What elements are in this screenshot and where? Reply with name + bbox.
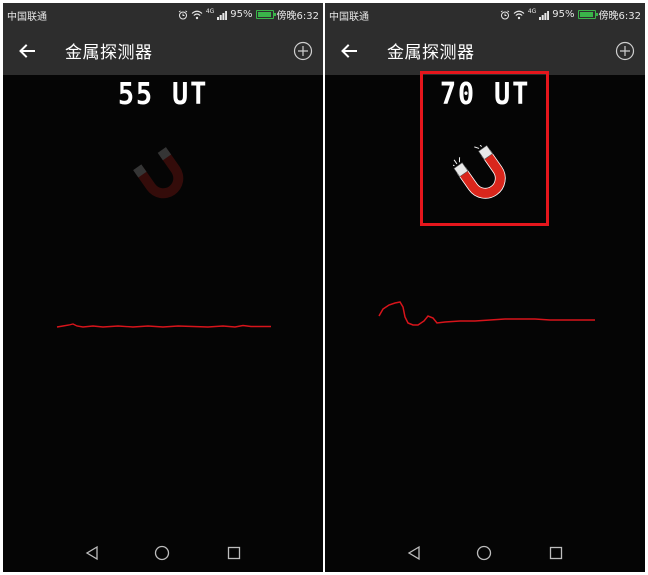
battery-percent: 95% bbox=[230, 9, 253, 20]
battery-icon bbox=[255, 10, 276, 19]
arrow-left-icon[interactable] bbox=[339, 41, 359, 61]
arrow-left-icon[interactable] bbox=[17, 41, 37, 61]
add-circle-icon[interactable] bbox=[615, 41, 635, 61]
graph-line bbox=[378, 301, 595, 326]
clock: 傍晚6:32 bbox=[598, 11, 641, 22]
carrier-label: 中国联通 bbox=[329, 12, 369, 23]
battery-percent: 95% bbox=[552, 9, 575, 20]
status-bar: 中国联通 4G 95% 傍晚6:32 bbox=[3, 3, 323, 25]
network-type-label: 4G bbox=[527, 8, 537, 15]
alarm-icon bbox=[178, 9, 188, 19]
signal-icon bbox=[539, 10, 550, 20]
network-type-label: 4G bbox=[205, 8, 215, 15]
circle-home-icon[interactable] bbox=[153, 544, 171, 562]
magnetic-field-graph bbox=[56, 323, 271, 328]
square-recent-icon[interactable] bbox=[225, 544, 243, 562]
battery-icon bbox=[577, 10, 598, 19]
highlight-frame bbox=[420, 71, 549, 226]
battery-level-fill bbox=[257, 12, 271, 17]
signal-icon bbox=[217, 10, 228, 20]
battery-level-fill bbox=[579, 12, 593, 17]
system-nav-bar bbox=[3, 536, 323, 572]
phone-screen-before: 中国联通 4G 95% 傍晚6:32 金属探测器 55 UT bbox=[3, 3, 323, 572]
graph-line bbox=[56, 323, 271, 328]
field-strength-reading: 55 UT bbox=[117, 77, 209, 112]
status-icons: 4G 95% 傍晚6:32 bbox=[500, 7, 641, 22]
triangle-back-icon[interactable] bbox=[83, 544, 101, 562]
phone-screen-after: 中国联通 4G 95% 傍晚6:32 金属探测器 70 UT bbox=[325, 3, 645, 572]
alarm-icon bbox=[500, 9, 510, 19]
status-bar: 中国联通 4G 95% 傍晚6:32 bbox=[325, 3, 645, 25]
carrier-label: 中国联通 bbox=[7, 12, 47, 23]
magnetic-field-graph bbox=[378, 301, 595, 326]
wifi-icon bbox=[513, 10, 525, 19]
page-title: 金属探测器 bbox=[65, 43, 153, 63]
page-title: 金属探测器 bbox=[387, 43, 475, 63]
magnet-icon bbox=[133, 147, 184, 199]
status-icons: 4G 95% 傍晚6:32 bbox=[178, 7, 319, 22]
circle-home-icon[interactable] bbox=[475, 544, 493, 562]
app-bar: 金属探测器 bbox=[3, 25, 323, 75]
triangle-back-icon[interactable] bbox=[405, 544, 423, 562]
comparison-screenshot: 中国联通 4G 95% 傍晚6:32 金属探测器 55 UT 中国联通 4G 9… bbox=[0, 0, 648, 575]
add-circle-icon[interactable] bbox=[293, 41, 313, 61]
clock: 傍晚6:32 bbox=[276, 11, 319, 22]
wifi-icon bbox=[191, 10, 203, 19]
square-recent-icon[interactable] bbox=[547, 544, 565, 562]
app-bar: 金属探测器 bbox=[325, 25, 645, 75]
system-nav-bar bbox=[325, 536, 645, 572]
